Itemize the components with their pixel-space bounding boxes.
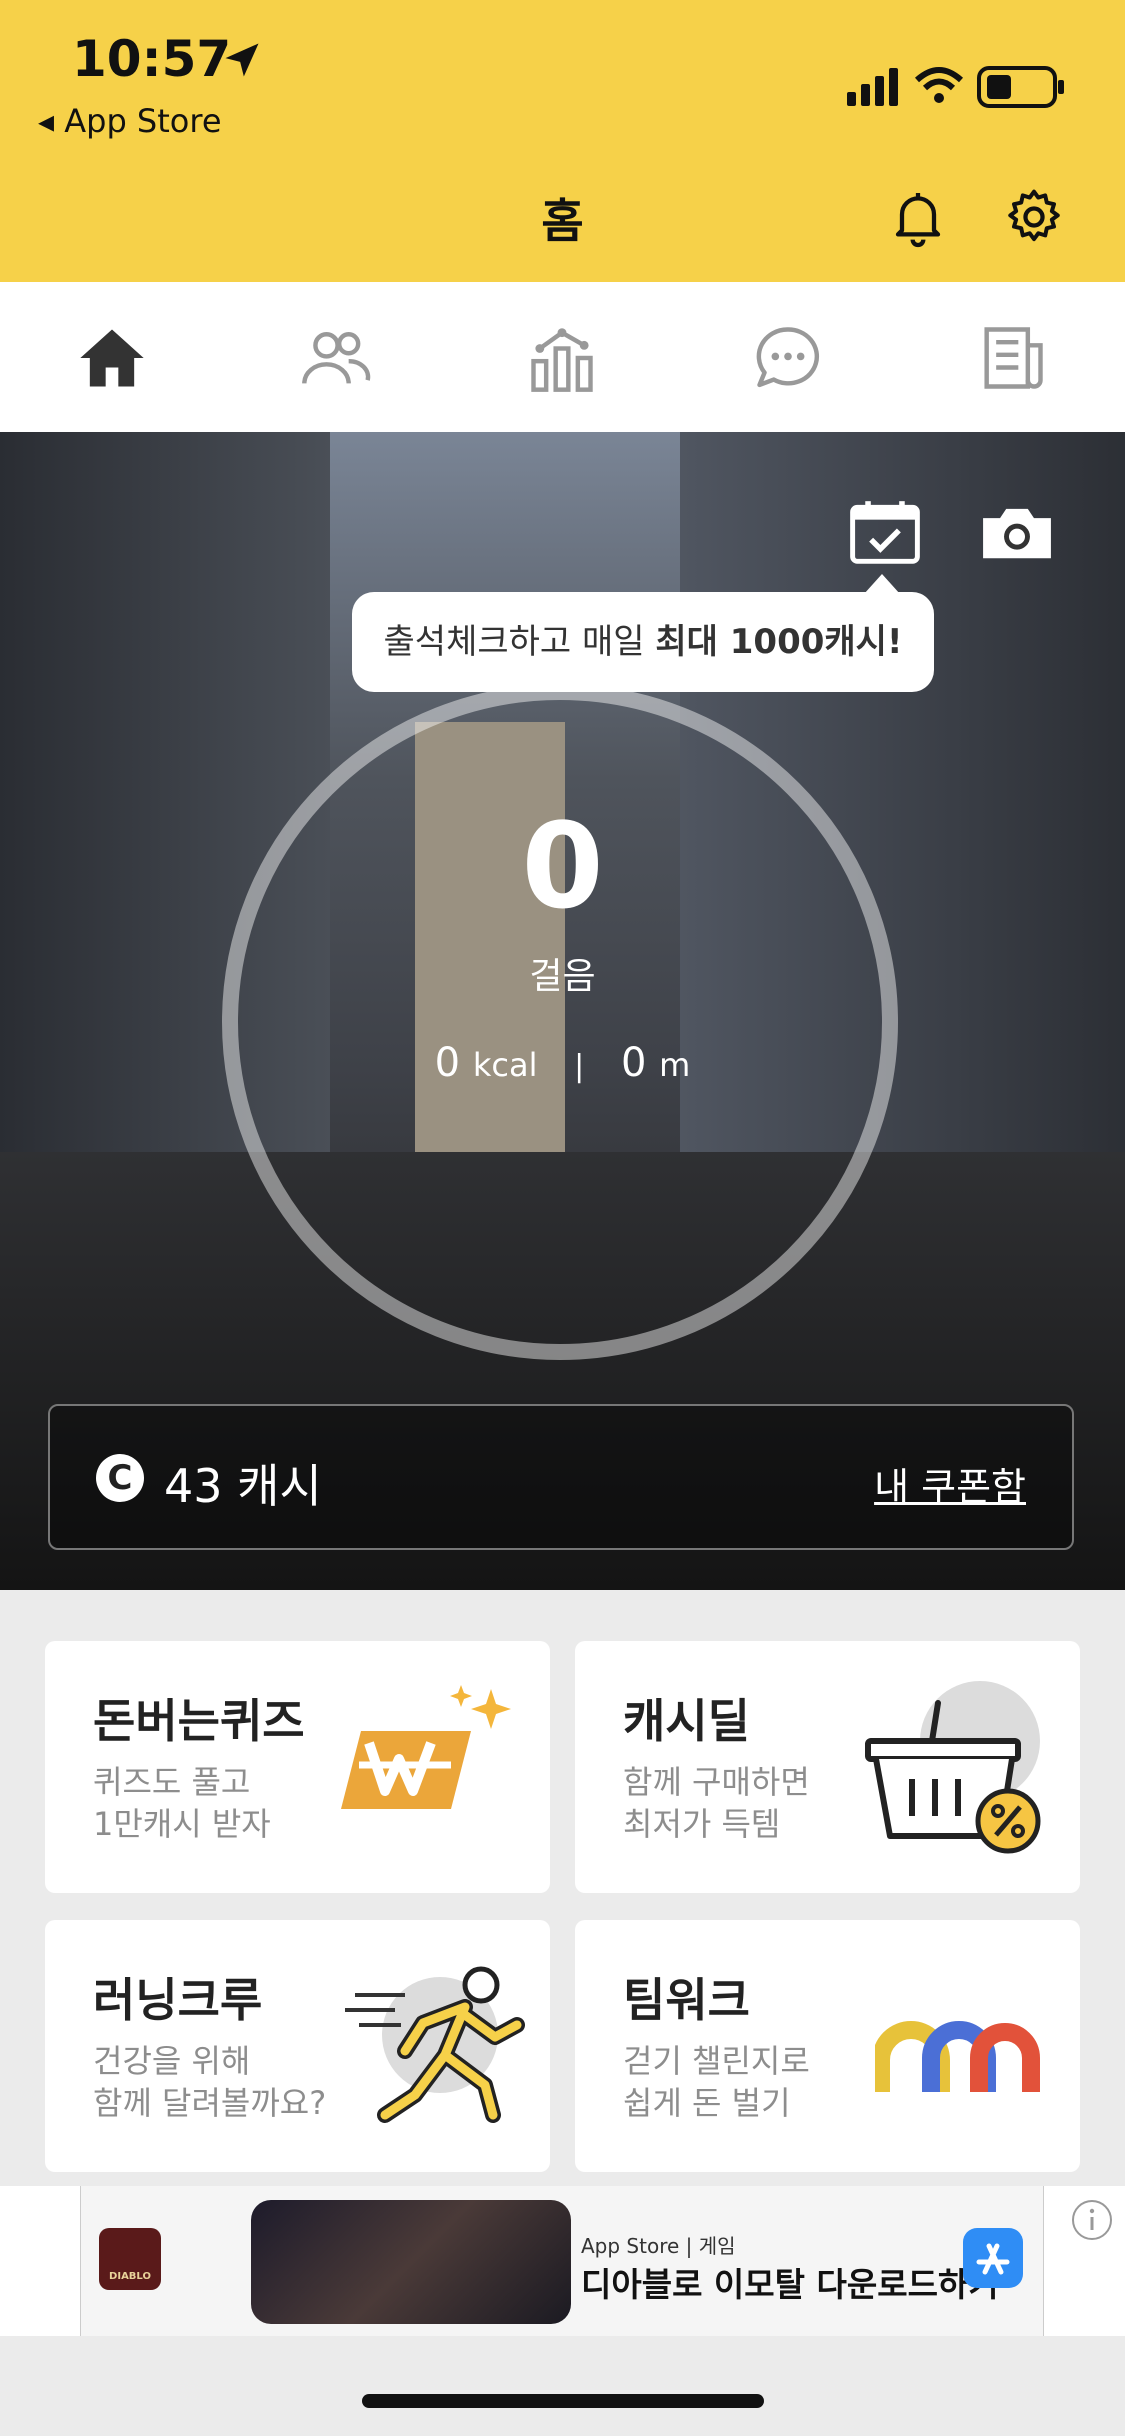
step-counter-hero: 출석체크하고 매일 최대 1000캐시! 0 걸음 0 kcal | 0 m C… — [0, 432, 1125, 1590]
kcal-unit: kcal — [472, 1046, 538, 1084]
card-quiz[interactable]: 돈버는퀴즈 퀴즈도 풀고 1만캐시 받자 — [45, 1641, 550, 1893]
card-desc-line: 쉽게 돈 벌기 — [623, 2084, 791, 2122]
card-title: 캐시딜 — [623, 1694, 750, 1748]
my-coupons-link[interactable]: 내 쿠폰함 — [874, 1456, 1026, 1511]
cash-balance-bar: C 43 캐시 내 쿠폰함 — [48, 1404, 1074, 1550]
quiz-coin-icon — [341, 1685, 511, 1809]
card-description: 건강을 위해함께 달려볼까요? — [93, 2040, 326, 2124]
stats-icon[interactable] — [524, 320, 600, 396]
ad-store-label: App Store | 게임 — [581, 2234, 736, 2258]
camera-icon[interactable] — [980, 502, 1054, 562]
card-cash-deal[interactable]: 캐시딜 함께 구매하면최저가 득템 — [575, 1641, 1080, 1893]
steps-label: 걸음 — [529, 956, 596, 997]
teamwork-arches-icon — [875, 2021, 1040, 2092]
runner-icon — [345, 1966, 525, 2123]
card-running-crew[interactable]: 러닝크루 건강을 위해함께 달려볼까요? — [45, 1920, 550, 2172]
attendance-tooltip[interactable]: 출석체크하고 매일 최대 1000캐시! — [352, 592, 934, 692]
home-icon[interactable] — [74, 320, 150, 396]
kcal-value: 0 — [434, 1040, 461, 1086]
card-desc-line: 건강을 위해 — [93, 2042, 251, 2080]
card-teamwork[interactable]: 팀워크 걷기 챌린지로쉽게 돈 벌기 — [575, 1920, 1080, 2172]
calorie-distance-metrics: 0 kcal | 0 m — [0, 1040, 1125, 1086]
card-desc-line: 걷기 챌린지로 — [623, 2042, 810, 2080]
ad-banner[interactable]: DIABLO App Store | 게임 디아블로 이모탈 다운로드하기 — [0, 2186, 1125, 2336]
app-store-icon — [963, 2228, 1023, 2288]
card-title: 팀워크 — [623, 1973, 750, 2027]
cash-balance: 43 캐시 — [164, 1459, 322, 1513]
top-header: 10:57 ◂ App Store 홈 — [0, 0, 1125, 282]
card-title: 돈버는퀴즈 — [93, 1694, 305, 1748]
home-indicator[interactable] — [362, 2394, 764, 2408]
cash-coin-icon: C — [96, 1454, 144, 1502]
card-desc-line: 퀴즈도 풀고 — [93, 1763, 251, 1801]
card-title: 러닝크루 — [93, 1973, 263, 2027]
status-time: 10:57 — [72, 30, 232, 88]
bell-icon[interactable] — [886, 185, 950, 249]
location-arrow-icon — [225, 43, 259, 77]
signal-wifi-battery-icon — [847, 66, 1064, 108]
distance-value: 0 — [621, 1040, 647, 1086]
ad-content[interactable]: DIABLO App Store | 게임 디아블로 이모탈 다운로드하기 — [80, 2186, 1044, 2336]
ad-info-icon[interactable] — [1070, 2198, 1114, 2242]
card-desc-line: 1만캐시 받자 — [93, 1805, 271, 1843]
gear-icon[interactable] — [1002, 185, 1066, 249]
tooltip-arrow — [864, 574, 900, 594]
card-description: 퀴즈도 풀고 1만캐시 받자 — [93, 1761, 271, 1845]
card-desc-line: 함께 달려볼까요? — [93, 2084, 327, 2122]
friends-icon[interactable] — [298, 320, 374, 396]
shopping-basket-icon — [865, 1681, 1041, 1854]
status-icons — [847, 62, 1067, 116]
attendance-calendar-icon[interactable] — [848, 498, 922, 566]
page-title: 홈 — [541, 194, 584, 248]
distance-unit: m — [659, 1046, 691, 1084]
main-tab-bar — [0, 282, 1125, 433]
metric-separator: | — [574, 1049, 585, 1084]
card-description: 함께 구매하면최저가 득템 — [623, 1761, 810, 1845]
step-count: 0 — [521, 797, 604, 935]
progress-ring — [222, 684, 898, 1360]
card-description: 걷기 챌린지로쉽게 돈 벌기 — [623, 2040, 810, 2124]
card-desc-line: 최저가 득템 — [623, 1805, 781, 1843]
back-to-app-store[interactable]: ◂ App Store — [38, 102, 222, 140]
ad-cta-text: 디아블로 이모탈 다운로드하기 — [581, 2265, 999, 2304]
tooltip-text: 출석체크하고 매일 — [383, 622, 656, 662]
ad-game-logo: DIABLO — [99, 2228, 161, 2290]
tooltip-bold-text: 최대 1000캐시! — [655, 622, 903, 662]
card-desc-line: 함께 구매하면 — [623, 1763, 810, 1801]
ad-game-art — [251, 2200, 571, 2324]
news-icon[interactable] — [974, 320, 1050, 396]
chat-icon[interactable] — [750, 320, 826, 396]
